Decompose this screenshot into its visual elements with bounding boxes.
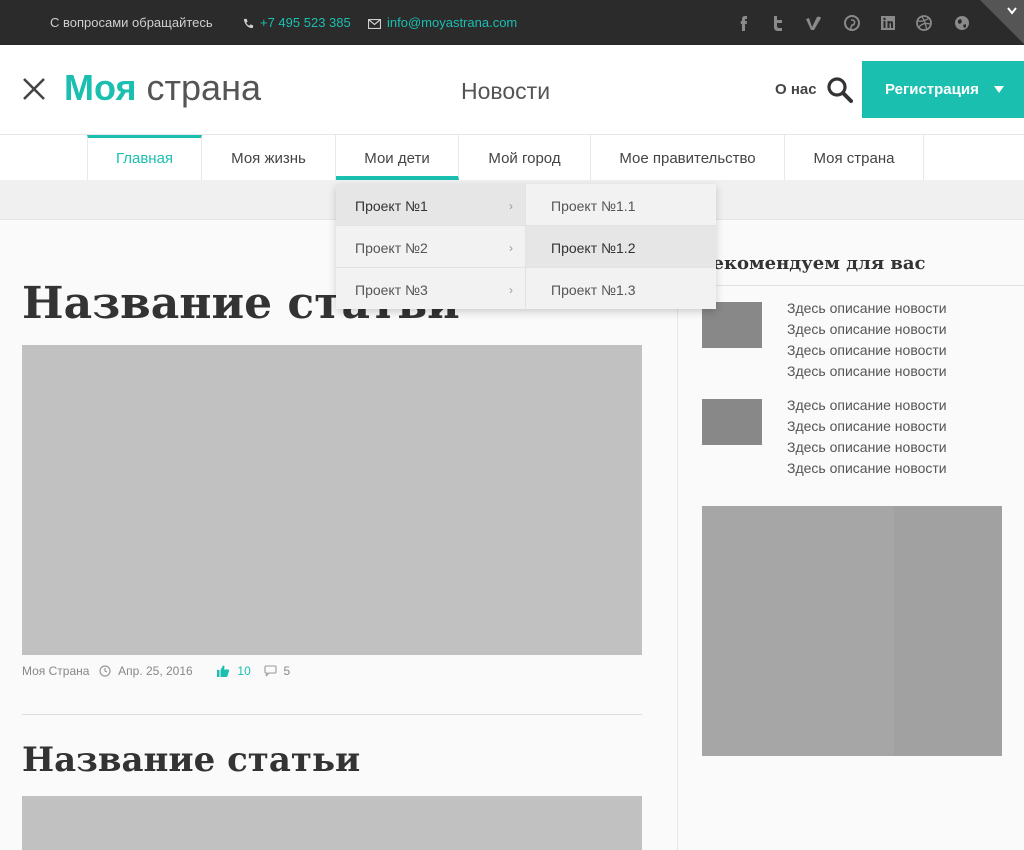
nav-item-my-government[interactable]: Мое правительство: [591, 135, 785, 180]
register-label: Регистрация: [885, 81, 979, 98]
chevron-down-icon: [1007, 7, 1017, 15]
article-meta: Моя Страна Апр. 25, 2016 10 5: [22, 663, 290, 678]
news-line: Здесь описание новости: [787, 321, 947, 337]
news-line: Здесь описание новости: [787, 342, 947, 358]
chevron-right-icon: ›: [509, 283, 513, 297]
menu-item-label: Проект №3: [355, 282, 428, 298]
close-icon[interactable]: [22, 77, 46, 101]
vimeo-icon[interactable]: [804, 13, 824, 33]
like-count: 10: [237, 663, 251, 678]
news-line: Здесь описание новости: [787, 397, 947, 413]
menu-item-label: Проект №2: [355, 240, 428, 256]
site-header: Моя страна Новости О нас Регистрация: [0, 45, 1024, 135]
news-description[interactable]: Здесь описание новости Здесь описание но…: [787, 395, 947, 479]
nav-item-my-kids[interactable]: Мои дети: [336, 135, 459, 180]
menu-item-project-1-1[interactable]: Проект №1.1: [526, 184, 716, 226]
about-link[interactable]: О нас: [775, 81, 817, 98]
phone-link[interactable]: +7 495 523 385: [243, 15, 351, 30]
caret-down-icon: [994, 86, 1004, 93]
article-divider: [22, 714, 642, 715]
menu-item-project-1-2[interactable]: Проект №1.2: [526, 226, 716, 268]
globe-icon[interactable]: [952, 13, 972, 33]
news-line: Здесь описание новости: [787, 439, 947, 455]
comment-icon[interactable]: [264, 665, 277, 677]
nav-item-my-city[interactable]: Мой город: [459, 135, 591, 180]
clock-icon: [99, 665, 111, 677]
menu-item-label: Проект №1: [355, 198, 428, 214]
chevron-right-icon: ›: [509, 199, 513, 213]
nav-item-my-country[interactable]: Моя страна: [785, 135, 924, 180]
news-line: Здесь описание новости: [787, 300, 947, 316]
subprojects-menu: Проект №1.1 Проект №1.2 Проект №1.3: [526, 184, 716, 310]
phone-number: +7 495 523 385: [260, 15, 351, 30]
sidebar-divider: [679, 285, 1024, 286]
search-icon[interactable]: [826, 76, 854, 104]
comment-count: 5: [283, 663, 291, 678]
email-address: info@moyastrana.com: [387, 15, 518, 30]
projects-menu: Проект №1 › Проект №2 › Проект №3 ›: [336, 184, 526, 310]
article-title-2[interactable]: Название статьи: [22, 740, 360, 780]
sidebar-title: Рекомендуем для вас: [699, 253, 926, 274]
sidebar: Рекомендуем для вас Здесь описание новос…: [679, 221, 1024, 850]
twitter-icon[interactable]: [768, 13, 788, 33]
linkedin-icon[interactable]: [878, 13, 898, 33]
nav-dropdown: Проект №1 › Проект №2 › Проект №3 › Прое…: [336, 184, 716, 310]
nav-item-home[interactable]: Главная: [87, 135, 202, 180]
menu-item-project-1-3[interactable]: Проект №1.3: [526, 268, 716, 310]
mail-icon: [368, 18, 381, 29]
dribbble-icon[interactable]: [914, 13, 934, 33]
news-description[interactable]: Здесь описание новости Здесь описание но…: [787, 298, 947, 382]
register-button[interactable]: Регистрация: [862, 61, 1024, 118]
pinterest-icon[interactable]: [842, 13, 862, 33]
menu-item-project-3[interactable]: Проект №3 ›: [336, 268, 526, 310]
news-line: Здесь описание новости: [787, 418, 947, 434]
ad-banner[interactable]: [702, 506, 1002, 756]
contact-text: С вопросами обращайтесь: [50, 15, 213, 30]
chevron-right-icon: ›: [509, 241, 513, 255]
facebook-icon[interactable]: [734, 13, 754, 33]
article-date: Апр. 25, 2016: [118, 663, 193, 678]
article-author[interactable]: Моя Страна: [22, 664, 89, 678]
article-image[interactable]: [22, 345, 642, 655]
news-line: Здесь описание новости: [787, 460, 947, 476]
site-logo[interactable]: Моя страна: [64, 67, 261, 109]
menu-item-project-1[interactable]: Проект №1 ›: [336, 184, 526, 226]
menu-item-project-2[interactable]: Проект №2 ›: [336, 226, 526, 268]
phone-icon: [243, 18, 254, 29]
main-nav: Главная Моя жизнь Мои дети Мой город Мое…: [0, 135, 1024, 180]
nav-item-my-life[interactable]: Моя жизнь: [202, 135, 336, 180]
news-thumbnail[interactable]: [702, 399, 762, 445]
thumbs-up-icon[interactable]: [216, 664, 230, 678]
section-title[interactable]: Новости: [461, 78, 550, 105]
news-line: Здесь описание новости: [787, 363, 947, 379]
logo-light: страна: [146, 67, 261, 108]
top-bar: С вопросами обращайтесь +7 495 523 385 i…: [0, 0, 1024, 45]
logo-bold: Моя: [64, 67, 137, 108]
article-image-2[interactable]: [22, 796, 642, 850]
email-link[interactable]: info@moyastrana.com: [368, 15, 517, 30]
